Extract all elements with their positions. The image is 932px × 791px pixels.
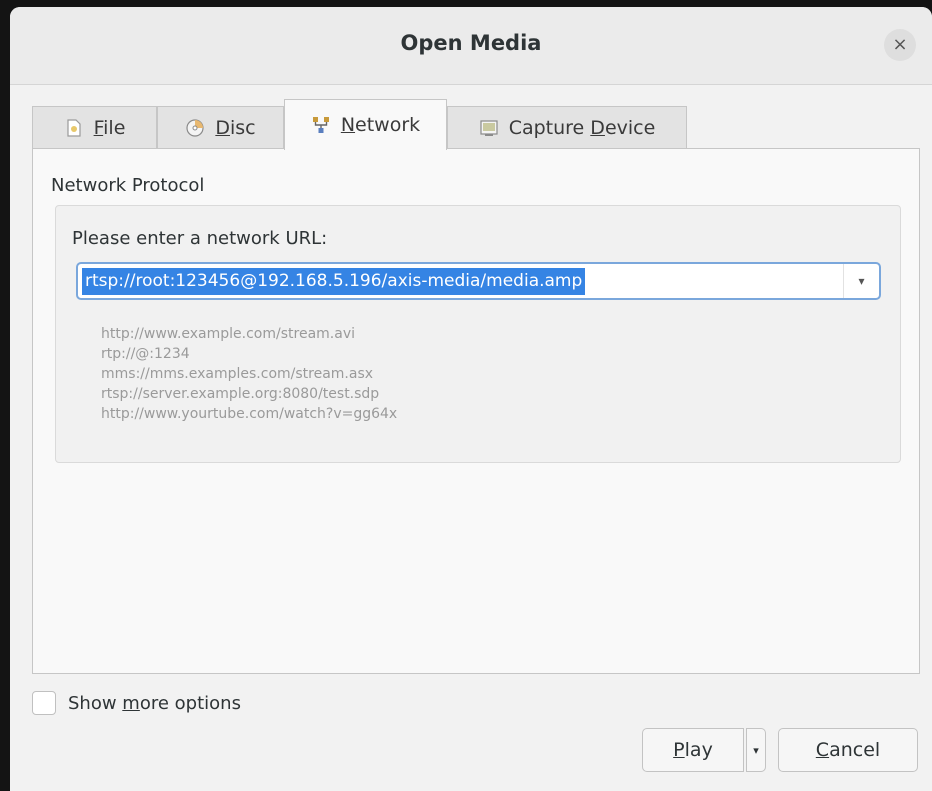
tab-file[interactable]: File — [32, 106, 157, 149]
show-more-options[interactable]: Show more options — [32, 688, 241, 718]
dialog-title: Open Media — [400, 31, 542, 55]
tab-network[interactable]: Network — [284, 99, 447, 150]
url-example: mms://mms.examples.com/stream.asx — [101, 366, 374, 382]
tab-disc-label: Disc — [215, 117, 256, 139]
play-button-label: Play — [673, 739, 713, 761]
url-example: rtsp://server.example.org:8080/test.sdp — [101, 386, 380, 402]
disc-icon — [186, 119, 204, 137]
file-icon — [66, 119, 81, 137]
network-url-group: Please enter a network URL: rtsp://root:… — [55, 205, 901, 463]
tab-capture-device-label: Capture Device — [508, 117, 656, 139]
show-more-options-label: Show more options — [68, 692, 241, 714]
network-protocol-heading: Network Protocol — [51, 175, 205, 196]
network-url-input[interactable]: rtsp://root:123456@192.168.5.196/axis-me… — [82, 268, 586, 295]
capture-device-icon — [480, 120, 498, 136]
show-more-options-checkbox[interactable] — [32, 691, 56, 715]
tab-capture-device[interactable]: Capture Device — [447, 106, 687, 149]
chevron-down-icon: ▾ — [753, 743, 759, 757]
cancel-button-label: Cancel — [815, 739, 881, 761]
play-button[interactable]: Play — [642, 728, 744, 772]
close-icon: × — [892, 34, 908, 55]
tab-file-label: File — [93, 117, 126, 139]
url-example: rtp://@:1234 — [101, 346, 190, 362]
open-media-dialog: Open Media × File Disc Network Capture D… — [10, 7, 932, 791]
url-examples: http://www.example.com/stream.avi rtp://… — [101, 324, 397, 424]
url-dropdown-button[interactable]: ▾ — [843, 264, 879, 298]
play-dropdown-button[interactable]: ▾ — [746, 728, 766, 772]
tab-disc[interactable]: Disc — [157, 106, 284, 149]
url-example: http://www.yourtube.com/watch?v=gg64x — [101, 406, 398, 422]
network-url-combobox[interactable]: rtsp://root:123456@192.168.5.196/axis-me… — [76, 262, 881, 300]
network-panel: Network Protocol Please enter a network … — [32, 148, 920, 674]
url-label: Please enter a network URL: — [72, 228, 328, 249]
network-icon — [312, 117, 329, 133]
cancel-button[interactable]: Cancel — [778, 728, 918, 772]
title-bar: Open Media × — [10, 7, 932, 85]
url-example: http://www.example.com/stream.avi — [101, 326, 355, 342]
chevron-down-icon: ▾ — [858, 274, 865, 288]
close-button[interactable]: × — [884, 29, 916, 61]
tab-network-label: Network — [340, 114, 421, 136]
